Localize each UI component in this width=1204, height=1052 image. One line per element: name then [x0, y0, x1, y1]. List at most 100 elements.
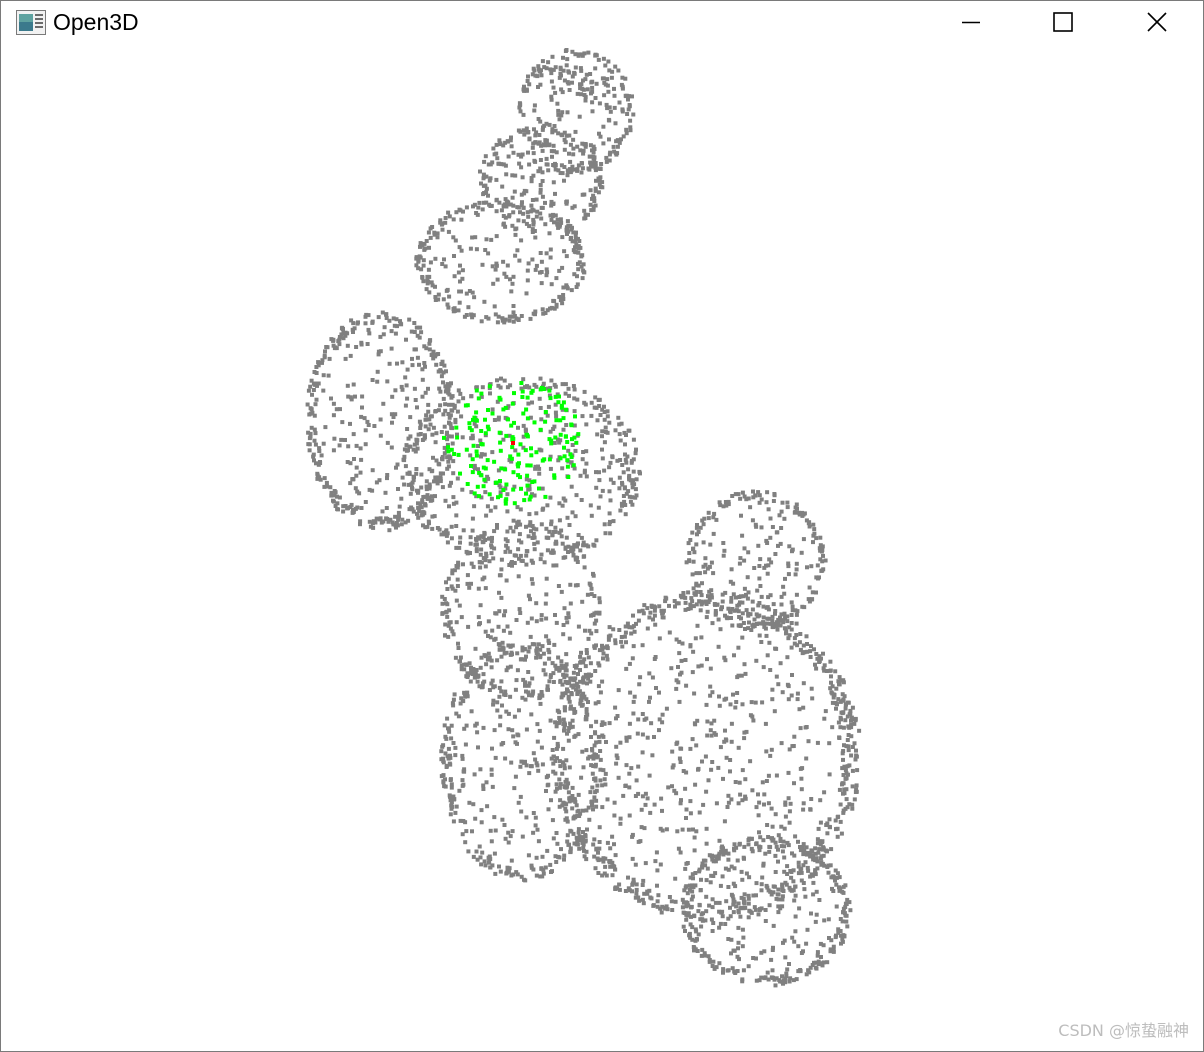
cloud-point [457, 245, 462, 250]
cloud-point [648, 610, 653, 615]
cloud-point [740, 979, 745, 984]
cloud-point [511, 319, 516, 324]
cloud-point [478, 552, 483, 557]
cloud-point [529, 203, 534, 208]
neighbor-point [516, 464, 521, 469]
cloud-point [416, 505, 421, 510]
cloud-point [481, 672, 486, 677]
cloud-point [442, 597, 447, 601]
cloud-point [519, 314, 524, 318]
cloud-point [577, 814, 582, 818]
cloud-point [454, 524, 459, 528]
cloud-point [560, 771, 565, 776]
cloud-point [818, 548, 823, 553]
neighbor-point [518, 442, 523, 447]
cloud-point [567, 151, 571, 156]
cloud-point [482, 859, 487, 864]
cloud-point [440, 601, 445, 606]
cloud-point [581, 87, 586, 92]
cloud-point [699, 953, 704, 958]
cloud-point [588, 160, 593, 165]
cloud-point [483, 154, 488, 159]
close-button[interactable] [1111, 1, 1203, 43]
watermark: CSDN @惊蛰融神 [1058, 1021, 1189, 1040]
cloud-point [689, 914, 693, 919]
cloud-point [517, 556, 521, 561]
title-bar[interactable]: Open3D [1, 1, 1203, 43]
cloud-point [439, 749, 444, 754]
cloud-point [351, 432, 356, 437]
neighbor-point [469, 464, 473, 468]
minimize-button[interactable] [925, 1, 1017, 43]
cloud-point [469, 394, 474, 399]
cloud-point [543, 601, 548, 606]
cloud-point [571, 230, 576, 235]
cloud-point [804, 845, 809, 850]
cloud-point [654, 686, 658, 690]
cloud-point [612, 842, 616, 847]
cloud-point [573, 448, 578, 453]
cloud-point [627, 473, 632, 478]
cloud-point [645, 735, 650, 740]
cloud-point [720, 909, 725, 914]
cloud-point [517, 101, 522, 106]
cloud-point [404, 337, 408, 342]
cloud-point [833, 935, 838, 940]
cloud-point [704, 602, 709, 606]
cloud-point [814, 912, 819, 917]
cloud-point [545, 783, 550, 788]
cloud-point [805, 927, 810, 932]
neighbor-point [527, 497, 532, 502]
cloud-point [558, 764, 563, 769]
cloud-point [762, 565, 767, 570]
cloud-point [705, 719, 710, 724]
cloud-point [323, 349, 327, 354]
cloud-point [445, 455, 450, 460]
cloud-point [828, 686, 833, 691]
cloud-point [543, 222, 548, 227]
cloud-point [706, 510, 711, 515]
cloud-point [554, 150, 559, 155]
neighbor-point [529, 446, 533, 451]
neighbor-point [530, 480, 535, 484]
cloud-point [536, 64, 541, 69]
cloud-point [600, 447, 604, 452]
render-viewport[interactable]: CSDN @惊蛰融神 [1, 43, 1203, 1051]
neighbor-point [519, 381, 524, 385]
cloud-point [445, 531, 450, 536]
cloud-point [539, 216, 544, 221]
cloud-point [674, 637, 679, 642]
cloud-point [623, 512, 628, 517]
cloud-point [605, 840, 610, 845]
cloud-point [618, 821, 623, 826]
cloud-point [478, 665, 483, 670]
cloud-point [684, 816, 688, 820]
cloud-point [552, 382, 557, 387]
cloud-point [340, 325, 345, 330]
cloud-point [840, 889, 845, 894]
cloud-point [389, 329, 394, 334]
cloud-point [539, 866, 544, 871]
neighbor-point [516, 473, 521, 478]
cloud-point [506, 840, 511, 845]
cloud-point [336, 339, 341, 344]
cloud-point [454, 804, 459, 809]
cloud-point [540, 644, 545, 649]
cloud-point [527, 137, 532, 142]
cloud-point [540, 307, 545, 312]
cloud-point [348, 481, 353, 486]
cloud-point [517, 105, 522, 110]
cloud-point [805, 565, 809, 570]
cloud-point [530, 227, 535, 232]
cloud-point [345, 343, 350, 348]
cloud-point [506, 869, 511, 874]
cloud-point [493, 505, 498, 510]
maximize-button[interactable] [1017, 1, 1109, 43]
cloud-point [773, 552, 778, 556]
cloud-point [466, 624, 471, 629]
cloud-point [787, 979, 792, 984]
cloud-point [479, 820, 484, 825]
cloud-point [734, 595, 738, 600]
cloud-point [560, 693, 565, 698]
cloud-point [837, 736, 842, 740]
